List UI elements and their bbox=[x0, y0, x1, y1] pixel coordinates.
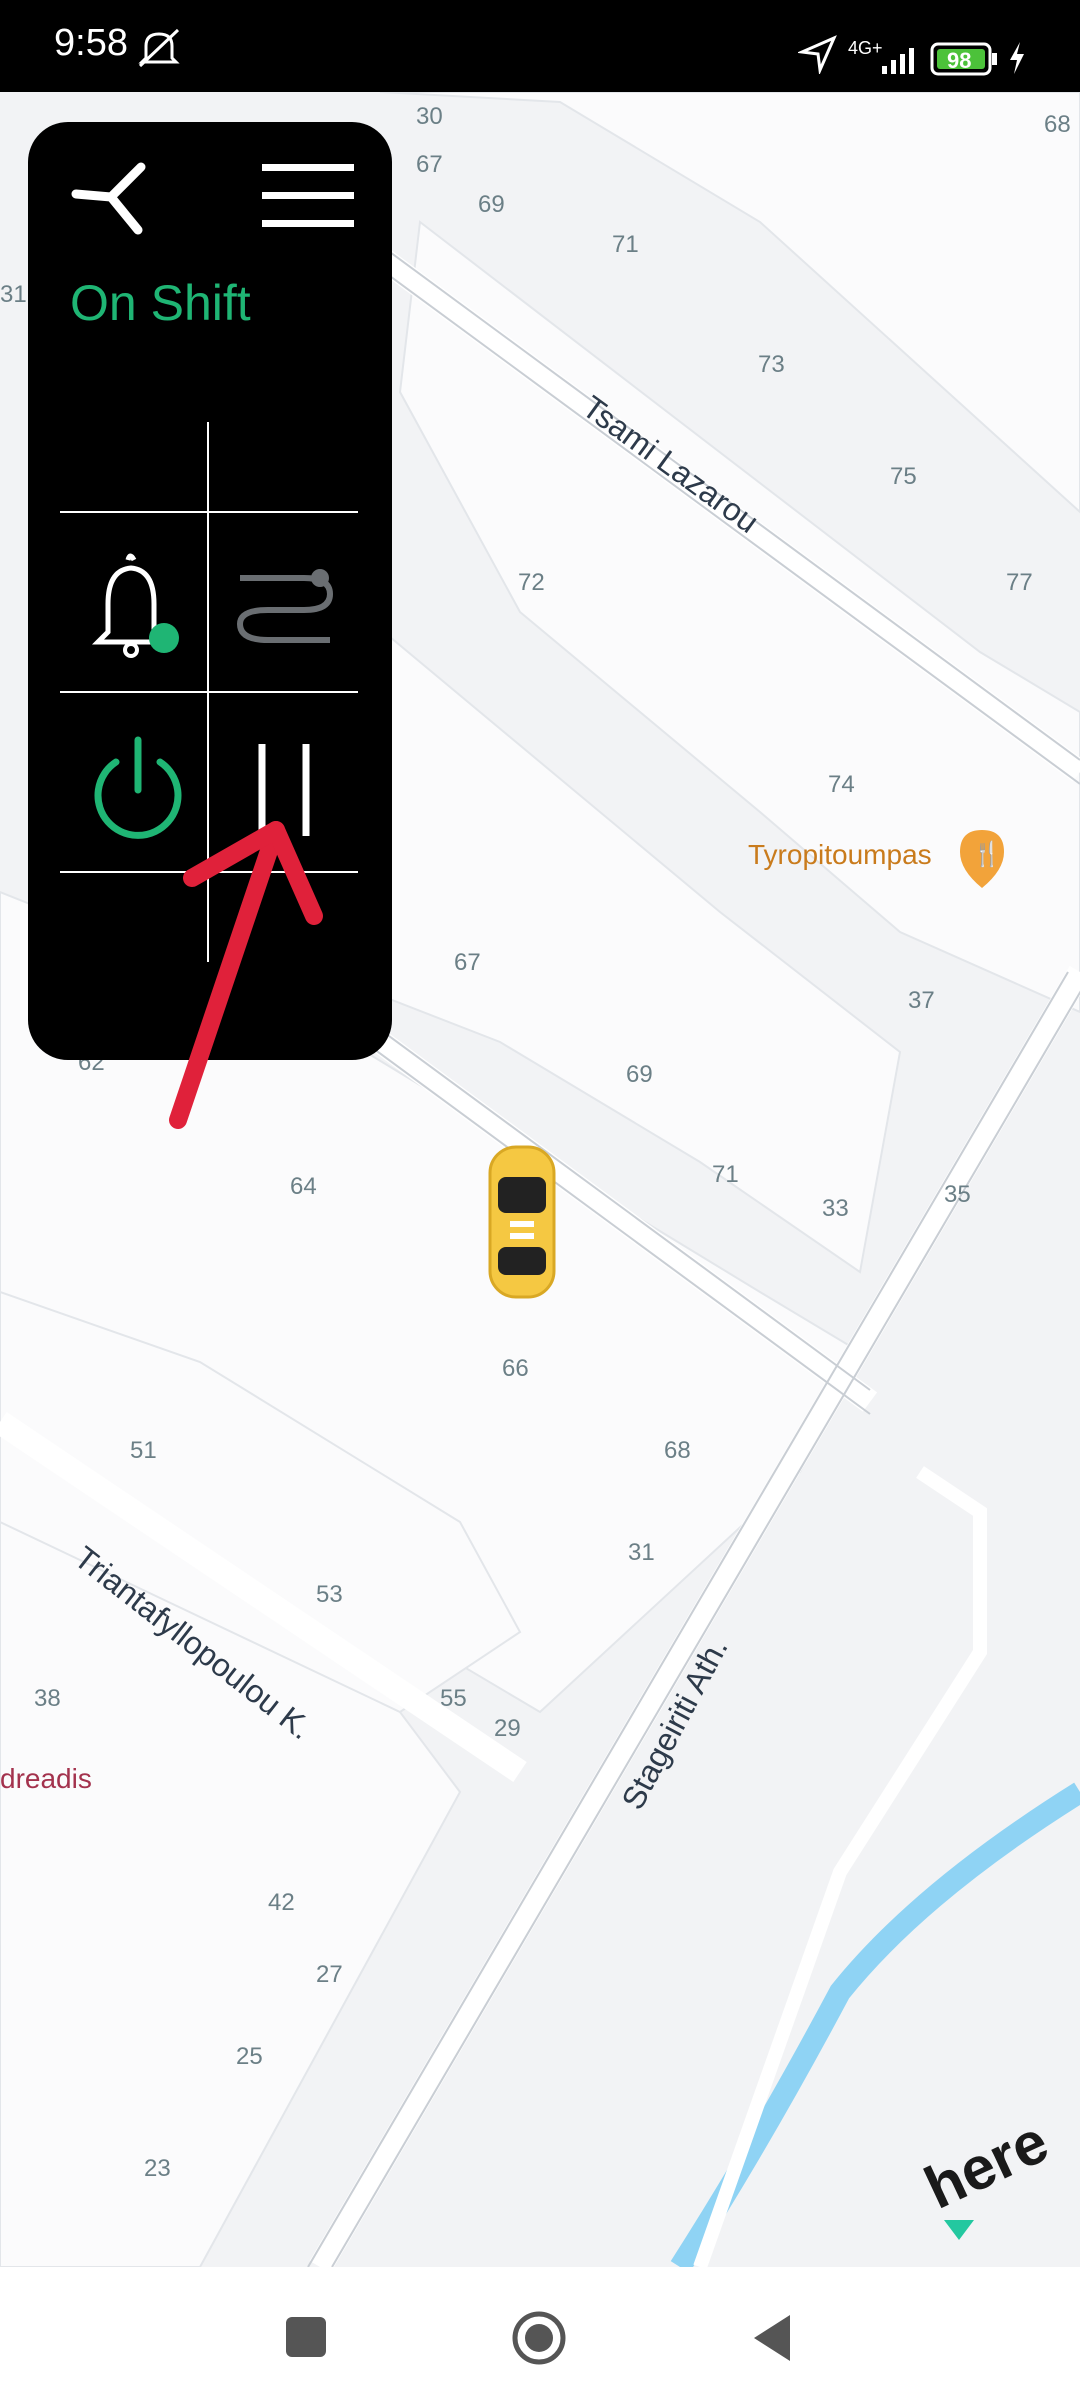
battery-percent: 98 bbox=[947, 48, 972, 73]
charging-icon bbox=[1006, 40, 1028, 81]
system-nav-bar bbox=[0, 2267, 1080, 2400]
status-bar: 9:58 4G+ 98 bbox=[0, 0, 1080, 92]
signal-icon bbox=[882, 44, 922, 81]
triangle-back-icon[interactable] bbox=[752, 2313, 792, 2368]
mute-alarm-icon bbox=[136, 28, 182, 73]
status-time: 9:58 bbox=[54, 22, 128, 64]
location-arrow-icon bbox=[796, 34, 838, 79]
square-recents-icon[interactable] bbox=[286, 2317, 326, 2362]
circle-home-icon[interactable] bbox=[510, 2309, 568, 2372]
network-label: 4G+ bbox=[848, 38, 883, 58]
annotation-arrow bbox=[169, 821, 323, 1129]
